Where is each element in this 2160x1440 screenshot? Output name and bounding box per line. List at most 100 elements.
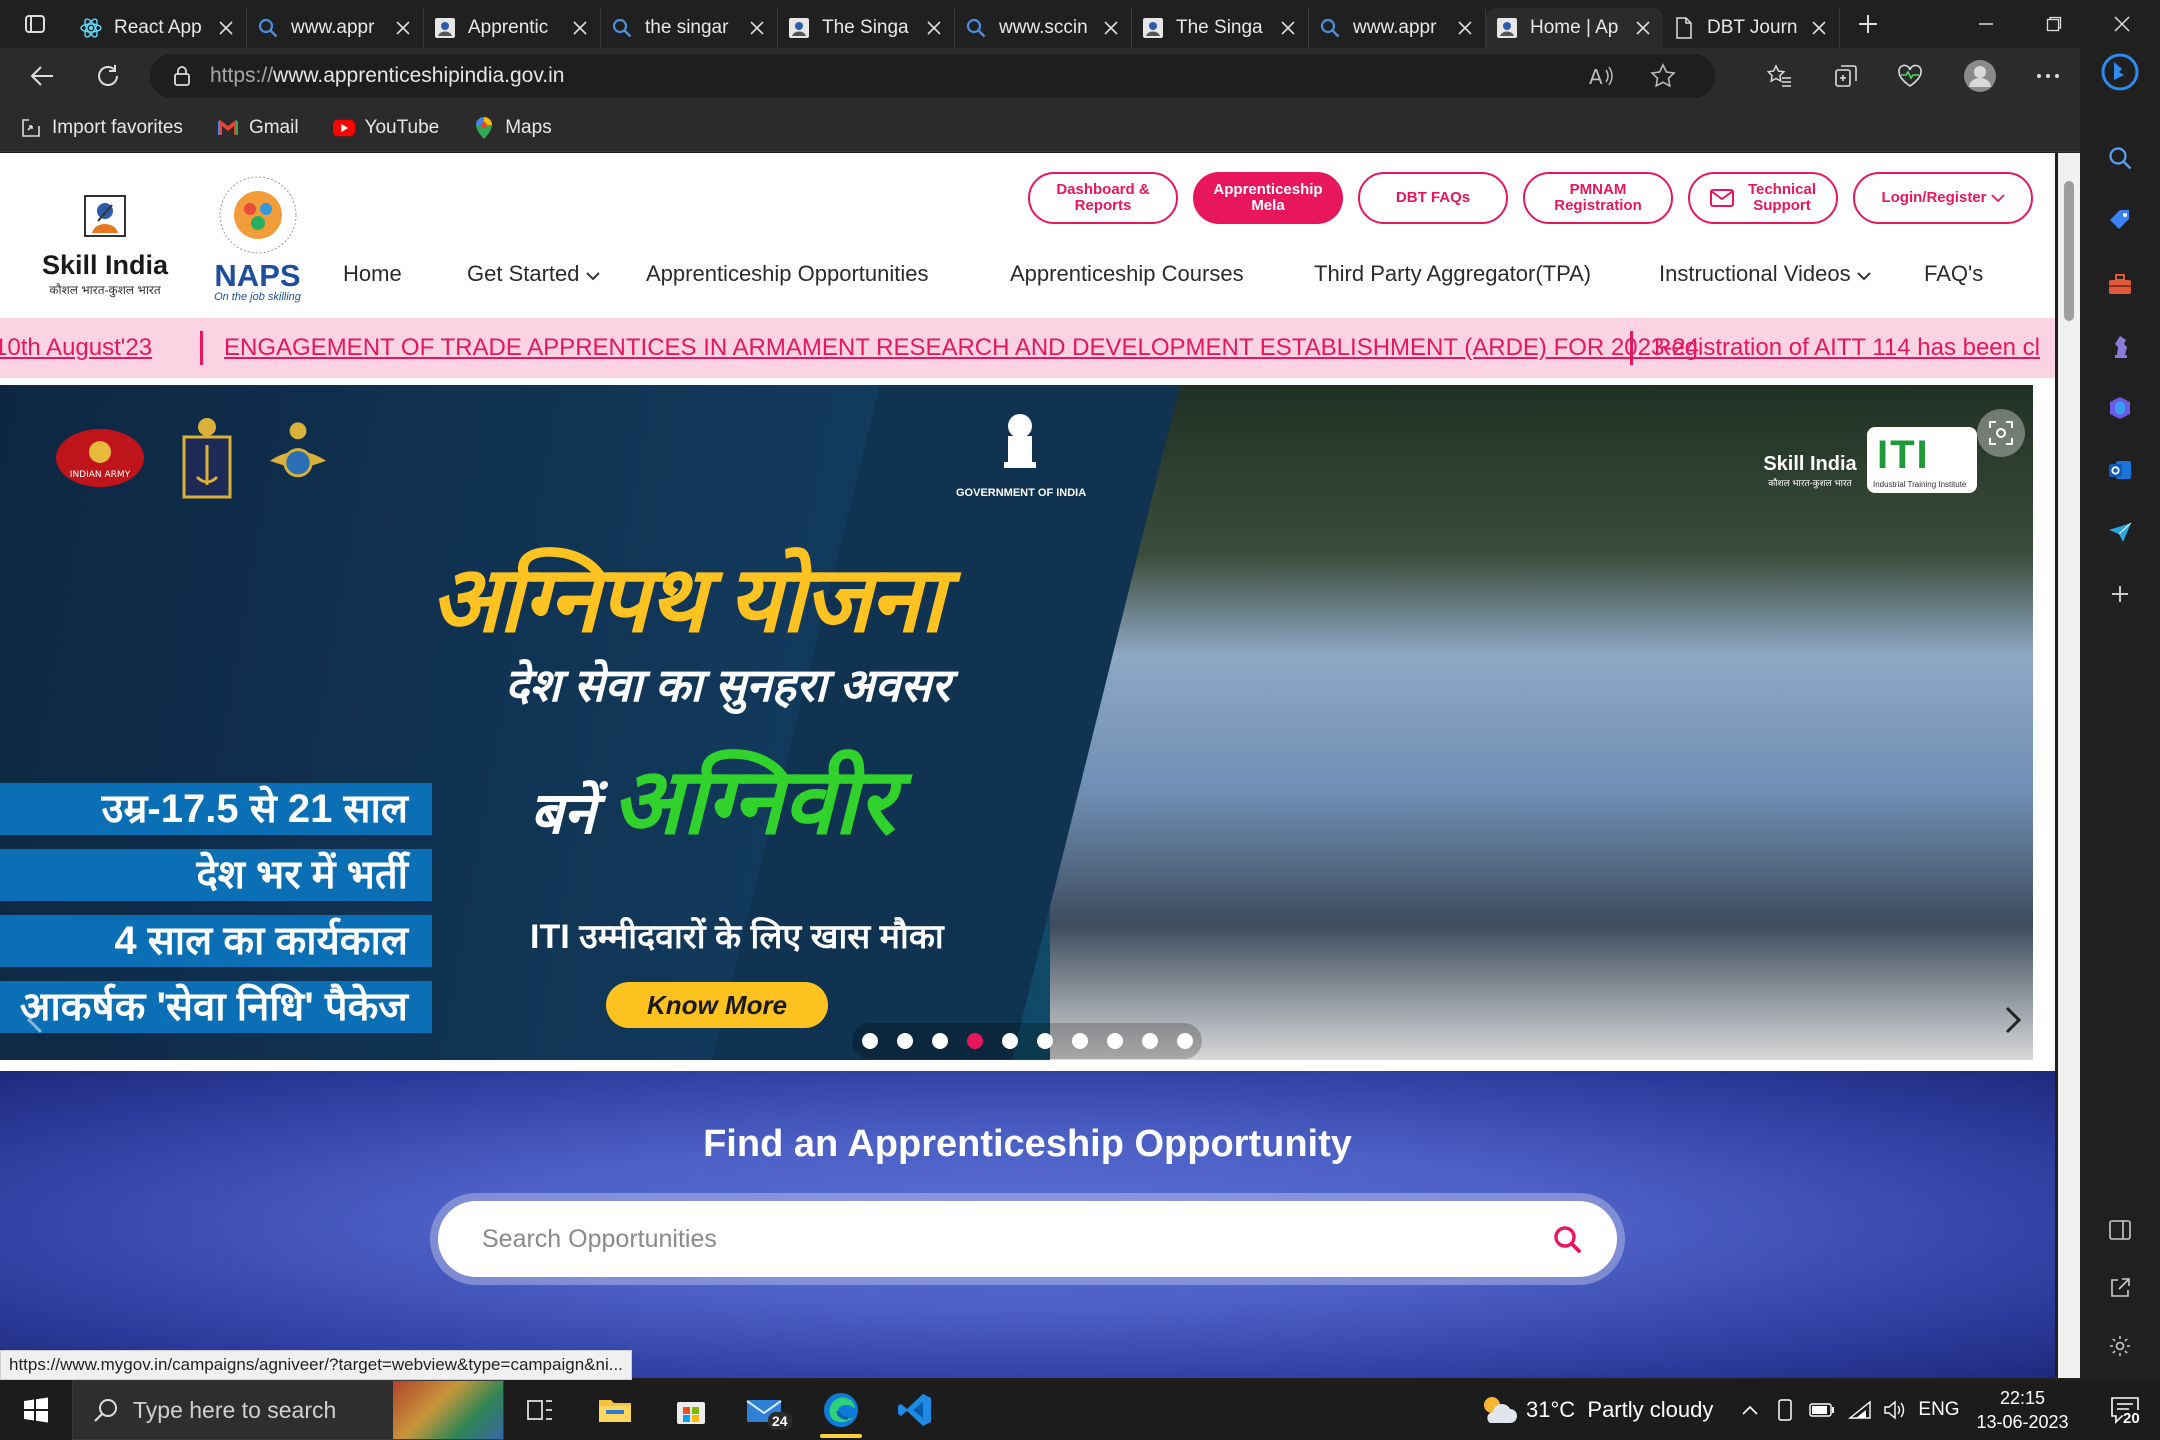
carousel-dot[interactable]: [1036, 1033, 1053, 1049]
carousel-dot[interactable]: [1141, 1033, 1158, 1049]
carousel-dot[interactable]: [966, 1033, 983, 1049]
volume-button[interactable]: [1880, 1380, 1910, 1440]
carousel-dot[interactable]: [1001, 1033, 1018, 1049]
carousel-next-button[interactable]: [1998, 995, 2028, 1045]
ticker-item[interactable]: Registration of AITT 114 has been cl: [1654, 318, 2040, 378]
nav-apprenticeship-courses[interactable]: Apprenticeship Courses: [1010, 249, 1244, 299]
nav-apprenticeship-opportunities[interactable]: Apprenticeship Opportunities: [646, 249, 929, 299]
file-explorer-button[interactable]: [580, 1380, 650, 1440]
page-scrollbar[interactable]: [2058, 153, 2080, 1378]
hero-carousel[interactable]: INDIAN ARMY GOVERNMENT OF INDIA अग्निपथ …: [0, 385, 2033, 1060]
edge-taskbar-button[interactable]: [806, 1380, 876, 1440]
favorites-button[interactable]: [1756, 52, 1804, 100]
taskbar-clock[interactable]: 22:15 13-06-2023: [1970, 1386, 2075, 1434]
ticker-item[interactable]: 10th August'23: [0, 318, 152, 378]
close-window-button[interactable]: [2088, 0, 2156, 48]
vscode-button[interactable]: [880, 1380, 950, 1440]
new-tab-button[interactable]: [1840, 0, 1896, 48]
tab-close-button[interactable]: [570, 18, 590, 38]
sidebar-send-button[interactable]: [2098, 510, 2142, 554]
favorite-maps[interactable]: Maps: [473, 116, 552, 139]
settings-more-button[interactable]: [2024, 52, 2072, 100]
nav-get-started[interactable]: Get Started: [467, 249, 600, 299]
collections-button[interactable]: [1822, 52, 1870, 100]
tab-close-button[interactable]: [216, 18, 236, 38]
battery-button[interactable]: [1806, 1380, 1838, 1440]
read-aloud-button[interactable]: A: [1587, 62, 1615, 95]
task-view-button[interactable]: [505, 1380, 575, 1440]
url-text[interactable]: https://www.apprenticeshipindia.gov.in: [210, 64, 564, 88]
pmnam-registration-button[interactable]: PMNAM Registration: [1523, 172, 1673, 224]
profile-button[interactable]: [1956, 52, 2004, 100]
carousel-dot[interactable]: [1106, 1033, 1123, 1049]
know-more-button[interactable]: Know More: [606, 982, 828, 1028]
sidebar-add-button[interactable]: [2098, 572, 2142, 616]
technical-support-button[interactable]: Technical Support: [1688, 172, 1838, 224]
sidebar-split-screen-button[interactable]: [2098, 1208, 2142, 1252]
ticker-item[interactable]: ENGAGEMENT OF TRADE APPRENTICES IN ARMAM…: [224, 318, 1699, 378]
browser-tab[interactable]: Home | Ap: [1486, 8, 1663, 48]
browser-tab[interactable]: the singar: [601, 8, 778, 48]
carousel-dot[interactable]: [1176, 1033, 1193, 1049]
start-button[interactable]: [0, 1380, 72, 1440]
sidebar-settings-button[interactable]: [2098, 1324, 2142, 1368]
microsoft-store-button[interactable]: [656, 1380, 726, 1440]
sidebar-tools-button[interactable]: [2098, 262, 2142, 306]
tab-close-button[interactable]: [1278, 18, 1298, 38]
restore-button[interactable]: [2020, 0, 2088, 48]
mail-button[interactable]: 24: [730, 1380, 800, 1440]
visual-search-button[interactable]: [1977, 409, 2025, 457]
tab-close-button[interactable]: [747, 18, 767, 38]
sidebar-shopping-button[interactable]: [2098, 198, 2142, 242]
lock-icon[interactable]: [172, 65, 192, 87]
browser-tab[interactable]: DBT Journ: [1663, 8, 1840, 48]
nav-home[interactable]: Home: [343, 249, 402, 299]
back-button[interactable]: [14, 52, 70, 100]
browser-tab[interactable]: Apprentic: [424, 8, 601, 48]
bing-chat-button[interactable]: [2098, 50, 2142, 94]
sidebar-outlook-button[interactable]: [2098, 448, 2142, 492]
opportunity-search-input[interactable]: [482, 1224, 1482, 1254]
favorite-youtube[interactable]: YouTube: [332, 117, 439, 139]
tab-actions-button[interactable]: [0, 0, 70, 48]
tab-close-button[interactable]: [1809, 18, 1829, 38]
carousel-dot[interactable]: [896, 1033, 913, 1049]
opportunity-search-box[interactable]: [438, 1201, 1617, 1277]
sidebar-search-button[interactable]: [2098, 136, 2142, 180]
sidebar-external-button[interactable]: [2098, 1266, 2142, 1310]
taskbar-search[interactable]: Type here to search: [72, 1380, 504, 1440]
browser-tab[interactable]: www.appr: [247, 8, 424, 48]
carousel-dot[interactable]: [931, 1033, 948, 1049]
tab-close-button[interactable]: [924, 18, 944, 38]
browser-essentials-button[interactable]: [1886, 52, 1934, 100]
carousel-prev-button[interactable]: [20, 995, 50, 1045]
nav-faqs[interactable]: FAQ's: [1924, 249, 1983, 299]
language-indicator[interactable]: ENG: [1914, 1380, 1964, 1440]
tab-close-button[interactable]: [1455, 18, 1475, 38]
notification-center-button[interactable]: 20: [2095, 1380, 2155, 1440]
dashboard-reports-button[interactable]: Dashboard & Reports: [1028, 172, 1178, 224]
scrollbar-thumb[interactable]: [2064, 181, 2074, 321]
nav-third-party-aggregator[interactable]: Third Party Aggregator(TPA): [1314, 249, 1591, 299]
weather-widget[interactable]: 31°C Partly cloudy: [1478, 1380, 1713, 1440]
sidebar-games-button[interactable]: [2098, 324, 2142, 368]
favorite-gmail[interactable]: Gmail: [217, 117, 299, 139]
carousel-dot[interactable]: [1071, 1033, 1088, 1049]
apprenticeship-mela-button[interactable]: Apprenticeship Mela: [1193, 172, 1343, 224]
sidebar-office-button[interactable]: [2098, 386, 2142, 430]
browser-tab[interactable]: www.sccin: [955, 8, 1132, 48]
opportunity-search-button[interactable]: [1547, 1219, 1587, 1259]
browser-tab[interactable]: www.appr: [1309, 8, 1486, 48]
dbt-faqs-button[interactable]: DBT FAQs: [1358, 172, 1508, 224]
address-bar[interactable]: https://www.apprenticeshipindia.gov.in A: [150, 54, 1715, 98]
tray-device-button[interactable]: [1770, 1380, 1800, 1440]
favorite-import[interactable]: Import favorites: [20, 117, 183, 139]
minimize-button[interactable]: [1952, 0, 2020, 48]
carousel-dot[interactable]: [861, 1033, 878, 1049]
add-favorite-button[interactable]: [1649, 62, 1677, 95]
nav-instructional-videos[interactable]: Instructional Videos: [1659, 249, 1871, 299]
refresh-button[interactable]: [80, 52, 136, 100]
login-register-button[interactable]: Login/Register: [1853, 172, 2033, 224]
tab-close-button[interactable]: [1101, 18, 1121, 38]
browser-tab[interactable]: React App: [70, 8, 247, 48]
